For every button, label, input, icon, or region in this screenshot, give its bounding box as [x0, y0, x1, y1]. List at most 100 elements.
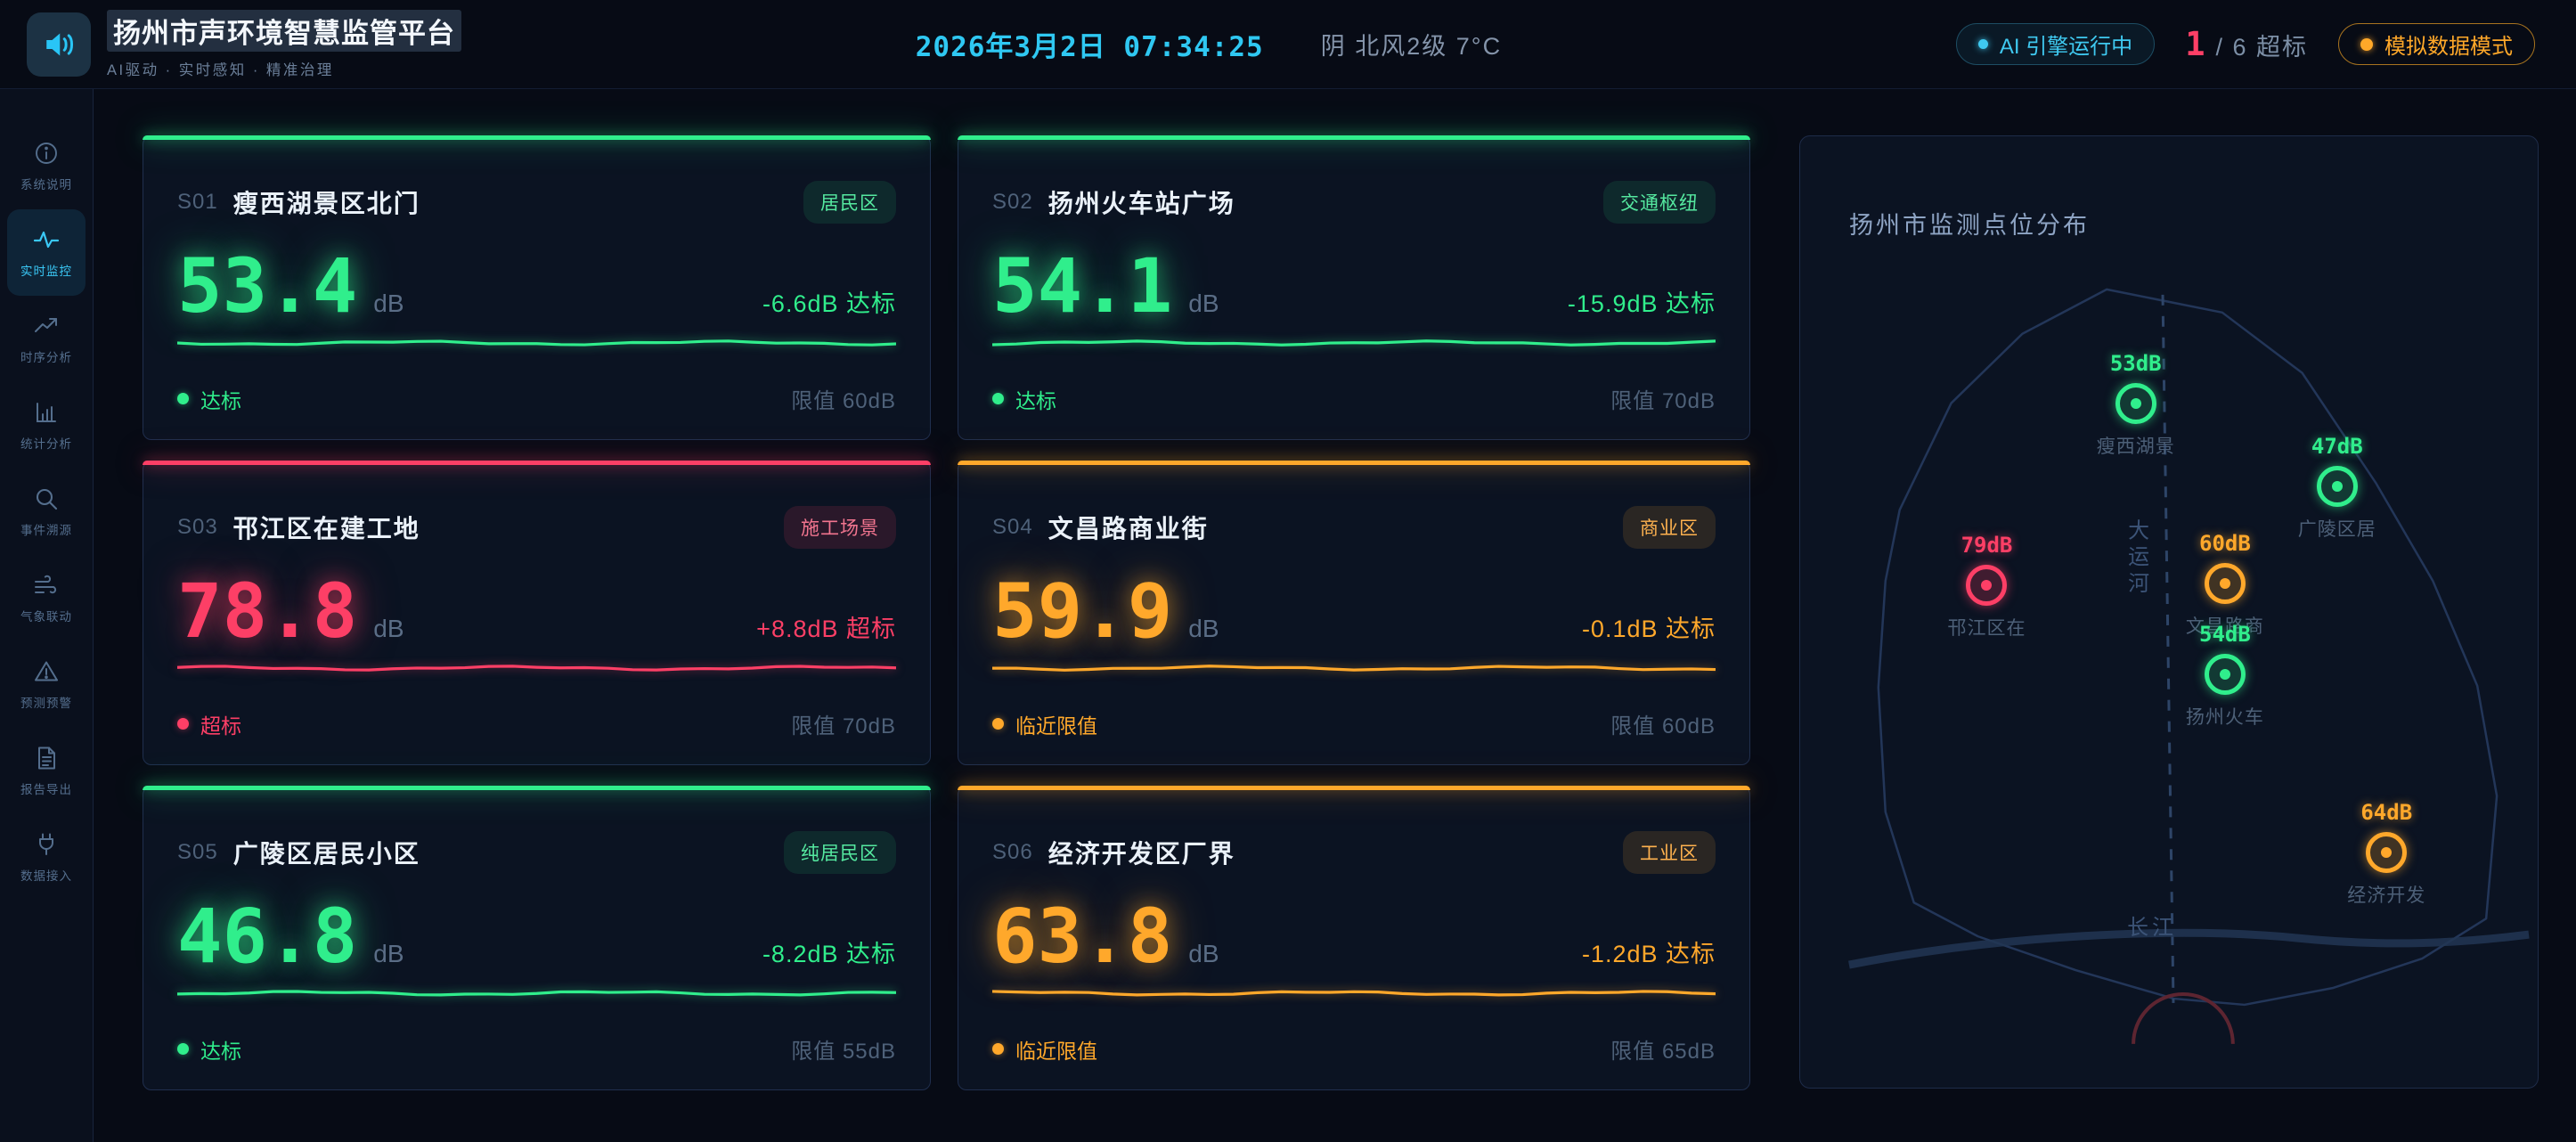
status-dot-icon [992, 718, 1004, 730]
status-dot-icon [992, 393, 1004, 404]
sparkline [177, 663, 896, 673]
limit-label: 限值 60dB [791, 383, 896, 414]
sidebar-item-time-series[interactable]: 时序分析 [7, 296, 86, 382]
report-document-icon [33, 745, 60, 771]
sparkline [992, 663, 1716, 673]
station-card-s03[interactable]: S03 邗江区在建工地 施工场景 78.8 dB +8.8dB 超标 超标 限值… [143, 461, 931, 765]
sparkline [177, 338, 896, 348]
station-name: 广陵区居民小区 [233, 835, 420, 870]
status-dot-icon [177, 718, 189, 730]
map-panel: 大运河 长江 扬州市监测点位分布 53dB 瘦西湖景 47dB 广陵区居 79d… [1799, 135, 2539, 1089]
noise-value: 59.9 [992, 574, 1172, 648]
noise-unit: dB [373, 615, 404, 643]
station-id: S03 [177, 515, 218, 540]
delta-label: +8.8dB 超标 [756, 609, 896, 644]
sidebar-item-realtime-monitor[interactable]: 实时监控 [7, 209, 86, 296]
simulation-mode-badge[interactable]: 模拟数据模式 [2338, 23, 2535, 65]
weather-summary: 阴 北风2级 7°C [1321, 27, 1502, 61]
plug-icon [33, 831, 60, 858]
sparkline [992, 338, 1716, 348]
zone-badge: 居民区 [803, 181, 896, 224]
status-badge: 达标 [177, 384, 241, 414]
limit-label: 限值 65dB [1610, 1033, 1716, 1065]
station-card-s05[interactable]: S05 广陵区居民小区 纯居民区 46.8 dB -8.2dB 达标 达标 限值… [143, 786, 931, 1090]
station-name: 文昌路商业街 [1048, 510, 1209, 545]
card-accent-bar [958, 135, 1750, 140]
exceed-counter: 1 / 6 超标 [2185, 25, 2308, 63]
sidebar: 系统说明 实时监控 时序分析 统计分析 事件溯源 [0, 89, 94, 1142]
sidebar-item-data-access[interactable]: 数据接入 [7, 814, 86, 901]
speaker-icon [27, 12, 91, 77]
info-icon [33, 140, 60, 167]
station-card-s04[interactable]: S04 文昌路商业街 商业区 59.9 dB -0.1dB 达标 临近限值 限值… [958, 461, 1750, 765]
noise-value: 46.8 [177, 899, 357, 974]
station-marker-icon [2317, 466, 2358, 507]
station-marker-icon [1966, 565, 2007, 606]
map-point-guangling[interactable]: 47dB 广陵区居 [2298, 434, 2376, 542]
card-accent-bar [143, 786, 931, 790]
zone-badge: 施工场景 [784, 506, 896, 549]
sparkline [992, 988, 1716, 999]
status-badge: 临近限值 [992, 1034, 1097, 1065]
exceed-count: 1 [2185, 25, 2205, 63]
simulation-mode-label: 模拟数据模式 [2384, 29, 2513, 60]
sparkline [177, 988, 896, 999]
status-badge: 临近限值 [992, 709, 1097, 739]
zone-badge: 纯居民区 [784, 831, 896, 874]
ai-engine-badge[interactable]: AI 引擎运行中 [1956, 23, 2155, 65]
sidebar-item-forecast-alert[interactable]: 预测预警 [7, 641, 86, 728]
station-name: 扬州火车站广场 [1048, 184, 1235, 220]
station-id: S02 [992, 190, 1033, 215]
page-subtitle: AI驱动 · 实时感知 · 精准治理 [107, 58, 461, 79]
noise-unit: dB [1188, 290, 1219, 318]
noise-value: 78.8 [177, 574, 357, 648]
wind-icon [33, 572, 60, 599]
status-dot-icon [1978, 39, 1988, 49]
status-badge: 达标 [177, 1034, 241, 1065]
warning-icon [33, 658, 60, 685]
station-card-s01[interactable]: S01 瘦西湖景区北门 居民区 53.4 dB -6.6dB 达标 达标 限值 … [143, 135, 931, 440]
sidebar-item-statistics[interactable]: 统计分析 [7, 382, 86, 469]
status-dot-icon [177, 393, 189, 404]
noise-unit: dB [373, 290, 404, 318]
zone-badge: 工业区 [1623, 831, 1716, 874]
station-id: S06 [992, 840, 1033, 865]
station-name: 瘦西湖景区北门 [233, 184, 420, 220]
station-id: S04 [992, 515, 1033, 540]
river-line [1849, 933, 2529, 965]
map-point-shouxihu[interactable]: 53dB 瘦西湖景 [2097, 351, 2175, 459]
datetime: 2026年3月2日 07:34:25 [916, 24, 1264, 64]
station-name: 邗江区在建工地 [233, 510, 420, 545]
canal-label: 大运河 [2124, 518, 2149, 599]
station-card-s06[interactable]: S06 经济开发区厂界 工业区 63.8 dB -1.2dB 达标 临近限值 限… [958, 786, 1750, 1090]
station-marker-icon [2205, 654, 2246, 695]
status-dot-icon [2360, 38, 2373, 51]
map-point-devzone[interactable]: 64dB 经济开发 [2347, 800, 2425, 908]
noise-value: 53.4 [177, 249, 357, 323]
sidebar-item-event-trace[interactable]: 事件溯源 [7, 469, 86, 555]
status-badge: 达标 [992, 384, 1056, 414]
station-id: S01 [177, 190, 218, 215]
station-cards: S01 瘦西湖景区北门 居民区 53.4 dB -6.6dB 达标 达标 限值 … [143, 135, 1750, 1142]
sidebar-item-weather-link[interactable]: 气象联动 [7, 555, 86, 641]
delta-label: -6.6dB 达标 [762, 284, 896, 319]
sidebar-item-system-info[interactable]: 系统说明 [7, 123, 86, 209]
station-id: S05 [177, 840, 218, 865]
trend-up-icon [33, 313, 60, 339]
card-accent-bar [143, 461, 931, 465]
app-header: 扬州市声环境智慧监管平台 AI驱动 · 实时感知 · 精准治理 2026年3月2… [0, 0, 2576, 89]
station-marker-icon [2366, 832, 2407, 873]
delta-label: -8.2dB 达标 [762, 934, 896, 969]
limit-label: 限值 70dB [791, 708, 896, 739]
exceed-total: / 6 超标 [2215, 28, 2308, 62]
map-title: 扬州市监测点位分布 [1849, 206, 2090, 241]
map-point-railway[interactable]: 54dB 扬州火车 [2186, 622, 2264, 730]
map-point-hanjiang[interactable]: 79dB 邗江区在 [1947, 533, 2026, 640]
zone-badge: 商业区 [1623, 506, 1716, 549]
pulse-icon [33, 226, 60, 253]
status-dot-icon [177, 1043, 189, 1055]
noise-value: 54.1 [992, 249, 1172, 323]
ai-engine-label: AI 引擎运行中 [2000, 29, 2132, 60]
sidebar-item-report-export[interactable]: 报告导出 [7, 728, 86, 814]
station-card-s02[interactable]: S02 扬州火车站广场 交通枢纽 54.1 dB -15.9dB 达标 达标 限… [958, 135, 1750, 440]
